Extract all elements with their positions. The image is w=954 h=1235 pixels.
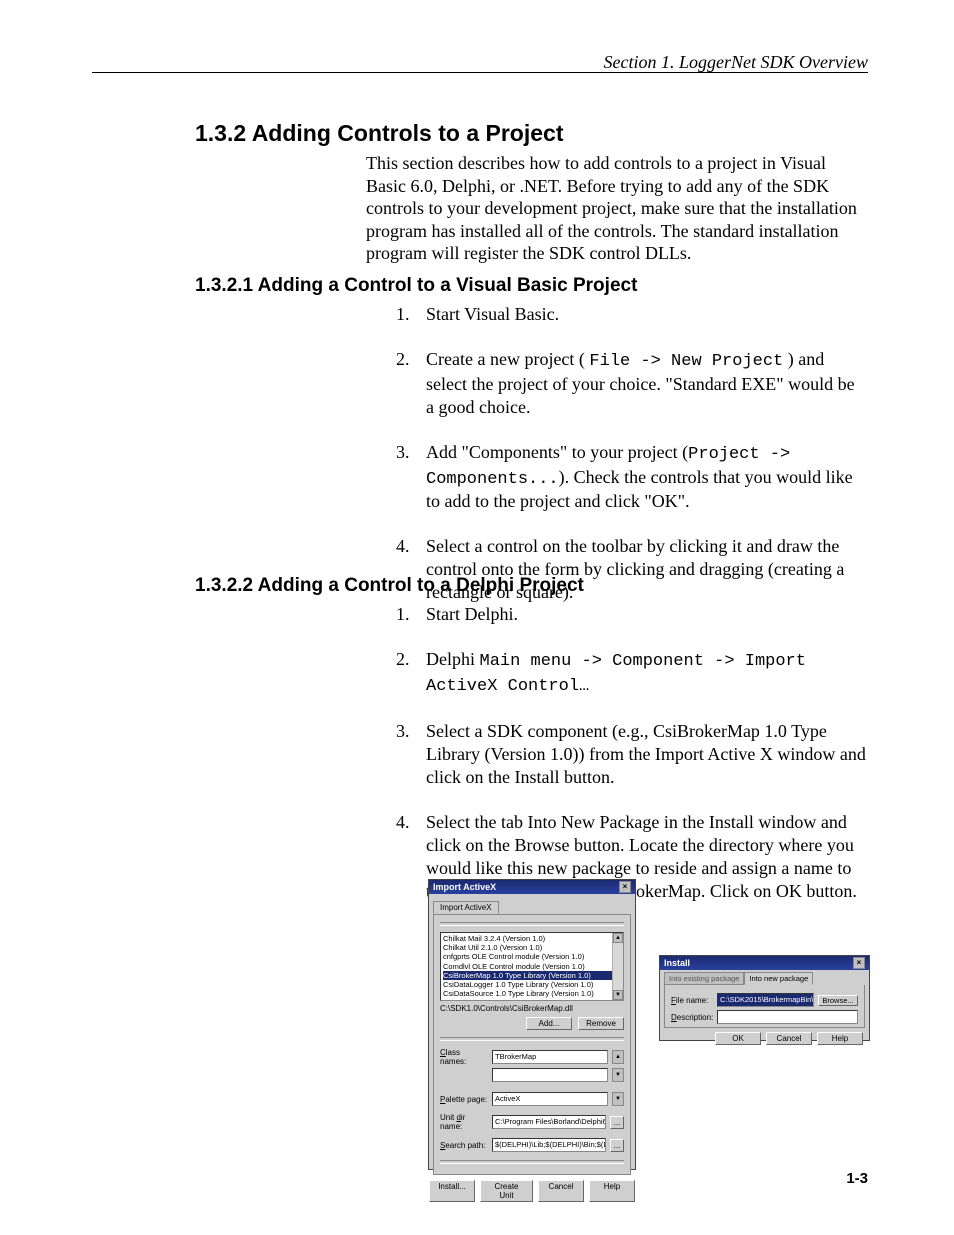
list-item: 1. Start Delphi. <box>396 603 866 626</box>
search-path-browse-button[interactable]: ... <box>610 1139 624 1152</box>
list-item[interactable]: CsiDataLogger 1.0 Type Library (Version … <box>443 980 621 989</box>
search-path-input[interactable]: $(DELPHI)\Lib;$(DELPHI)\Bin;$(DELPHI)\Im… <box>492 1138 606 1152</box>
list-item: 3. Select a SDK component (e.g., CsiBrok… <box>396 720 866 789</box>
palette-page-select[interactable]: ActiveX <box>492 1092 608 1106</box>
ok-button[interactable]: OK <box>715 1032 761 1045</box>
list-item: 2. Delphi Main menu -> Component -> Impo… <box>396 648 866 698</box>
list-number: 2. <box>396 348 426 419</box>
dialog-panel: File name: C:\SDK2015\BrokermapBin\D Bro… <box>664 985 865 1028</box>
text-run: Create a new project ( <box>426 349 589 369</box>
palette-page-label: Palette page: <box>440 1095 488 1104</box>
list-item-selected[interactable]: CsiBrokerMap 1.0 Type Library (Version 1… <box>443 971 621 980</box>
file-name-label: File name: <box>671 996 713 1005</box>
list-item[interactable]: cnfgprts OLE Control module (Version 1.0… <box>443 952 621 961</box>
scroll-down-icon[interactable]: ▼ <box>612 1068 624 1082</box>
selected-path-label: C:\SDK1.0\Controls\CsiBrokerMap.dll <box>440 1004 624 1013</box>
scroll-up-icon[interactable]: ▲ <box>612 1050 624 1064</box>
dialog-titlebar: Install × <box>660 956 869 970</box>
panel-divider <box>440 1037 624 1041</box>
dropdown-icon[interactable]: ▼ <box>612 1092 624 1106</box>
help-button[interactable]: Help <box>589 1180 635 1202</box>
page-number: 1-3 <box>846 1170 868 1187</box>
remove-button[interactable]: Remove <box>578 1017 624 1030</box>
panel-divider <box>440 922 624 926</box>
list-number: 1. <box>396 303 426 326</box>
heading-1-3-2-1: 1.3.2.1 Adding a Control to a Visual Bas… <box>195 275 637 297</box>
list-number: 4. <box>396 811 426 903</box>
code-run: Main menu -> Component -> Import ActiveX… <box>426 652 806 696</box>
tab-into-new-package[interactable]: Into new package <box>744 972 813 985</box>
tab-strip: Import ActiveX <box>429 894 635 914</box>
list-number: 3. <box>396 720 426 789</box>
component-listbox[interactable]: Chilkat Mail 3.2.4 (Version 1.0) Chilkat… <box>440 932 624 1001</box>
browse-button[interactable]: Browse... <box>818 995 858 1006</box>
install-button[interactable]: Install... <box>429 1180 475 1202</box>
class-names-input-2[interactable] <box>492 1068 608 1082</box>
header-rule <box>92 72 868 73</box>
file-name-input[interactable]: C:\SDK2015\BrokermapBin\D <box>717 993 814 1007</box>
tab-import-activex[interactable]: Import ActiveX <box>433 901 499 914</box>
list-number: 1. <box>396 603 426 626</box>
unit-dir-label: Unit dir name: <box>440 1113 488 1131</box>
heading-1-3-2: 1.3.2 Adding Controls to a Project <box>195 120 563 147</box>
list-item[interactable]: Chilkat Util 2.1.0 (Version 1.0) <box>443 943 621 952</box>
class-names-label: Class names: <box>440 1048 488 1066</box>
list-text: Select a SDK component (e.g., CsiBrokerM… <box>426 720 866 789</box>
list-item[interactable]: Comdlvl OLE Control module (Version 1.0) <box>443 962 621 971</box>
help-button[interactable]: Help <box>817 1032 863 1045</box>
cancel-button[interactable]: Cancel <box>538 1180 584 1202</box>
list-number: 2. <box>396 648 426 698</box>
text-run: Add "Components" to your project ( <box>426 442 688 462</box>
list-item: 1. Start Visual Basic. <box>396 303 866 326</box>
intro-paragraph: This section describes how to add contro… <box>366 152 866 265</box>
list-text: Create a new project ( File -> New Proje… <box>426 348 866 419</box>
heading-1-3-2-2: 1.3.2.2 Adding a Control to a Delphi Pro… <box>195 575 584 597</box>
text-run: Delphi <box>426 649 480 669</box>
code-run: File -> New Project <box>589 352 783 371</box>
dialog-title: Import ActiveX <box>433 881 496 893</box>
add-button[interactable]: AAdd...dd... <box>526 1017 572 1030</box>
scrollbar[interactable]: ▲ ▼ <box>612 933 623 1000</box>
scroll-down-icon[interactable]: ▼ <box>613 990 623 1000</box>
list-item: 3. Add "Components" to your project (Pro… <box>396 441 866 514</box>
dialog-panel: Chilkat Mail 3.2.4 (Version 1.0) Chilkat… <box>433 914 631 1175</box>
description-input[interactable] <box>717 1010 858 1024</box>
list-text: Add "Components" to your project (Projec… <box>426 441 866 514</box>
list-text: Delphi Main menu -> Component -> Import … <box>426 648 866 698</box>
screenshot-import-activex-dialog: Import ActiveX × Import ActiveX Chilkat … <box>428 879 636 1170</box>
scroll-up-icon[interactable]: ▲ <box>613 933 623 943</box>
list-text: Start Delphi. <box>426 603 866 626</box>
list-item[interactable]: CsiDataSource 1.0 Type Library (Version … <box>443 989 621 998</box>
search-path-label: Search path: <box>440 1141 488 1150</box>
dialog-titlebar: Import ActiveX × <box>429 880 635 894</box>
page-header-section: Section 1. LoggerNet SDK Overview <box>604 52 868 73</box>
dialog-title: Install <box>664 957 690 969</box>
list-number: 3. <box>396 441 426 514</box>
list-item[interactable]: Chilkat Mail 3.2.4 (Version 1.0) <box>443 934 621 943</box>
cancel-button[interactable]: Cancel <box>766 1032 812 1045</box>
class-names-input[interactable]: TBrokerMap <box>492 1050 608 1064</box>
description-label: Description: <box>671 1013 713 1022</box>
tab-into-existing-package[interactable]: Into existing package <box>664 972 744 985</box>
list-item: 2. Create a new project ( File -> New Pr… <box>396 348 866 419</box>
unit-dir-browse-button[interactable]: ... <box>610 1116 624 1129</box>
list-text: Start Visual Basic. <box>426 303 866 326</box>
close-icon[interactable]: × <box>853 957 865 969</box>
screenshot-install-dialog: Install × Into existing package Into new… <box>659 955 870 1041</box>
unit-dir-input[interactable]: C:\Program Files\Borland\Delphi6\Imports… <box>492 1115 606 1129</box>
close-icon[interactable]: × <box>619 881 631 893</box>
panel-divider <box>440 1160 624 1164</box>
create-unit-button[interactable]: Create Unit <box>480 1180 533 1202</box>
delphi-steps-list: 1. Start Delphi. 2. Delphi Main menu -> … <box>396 603 866 925</box>
